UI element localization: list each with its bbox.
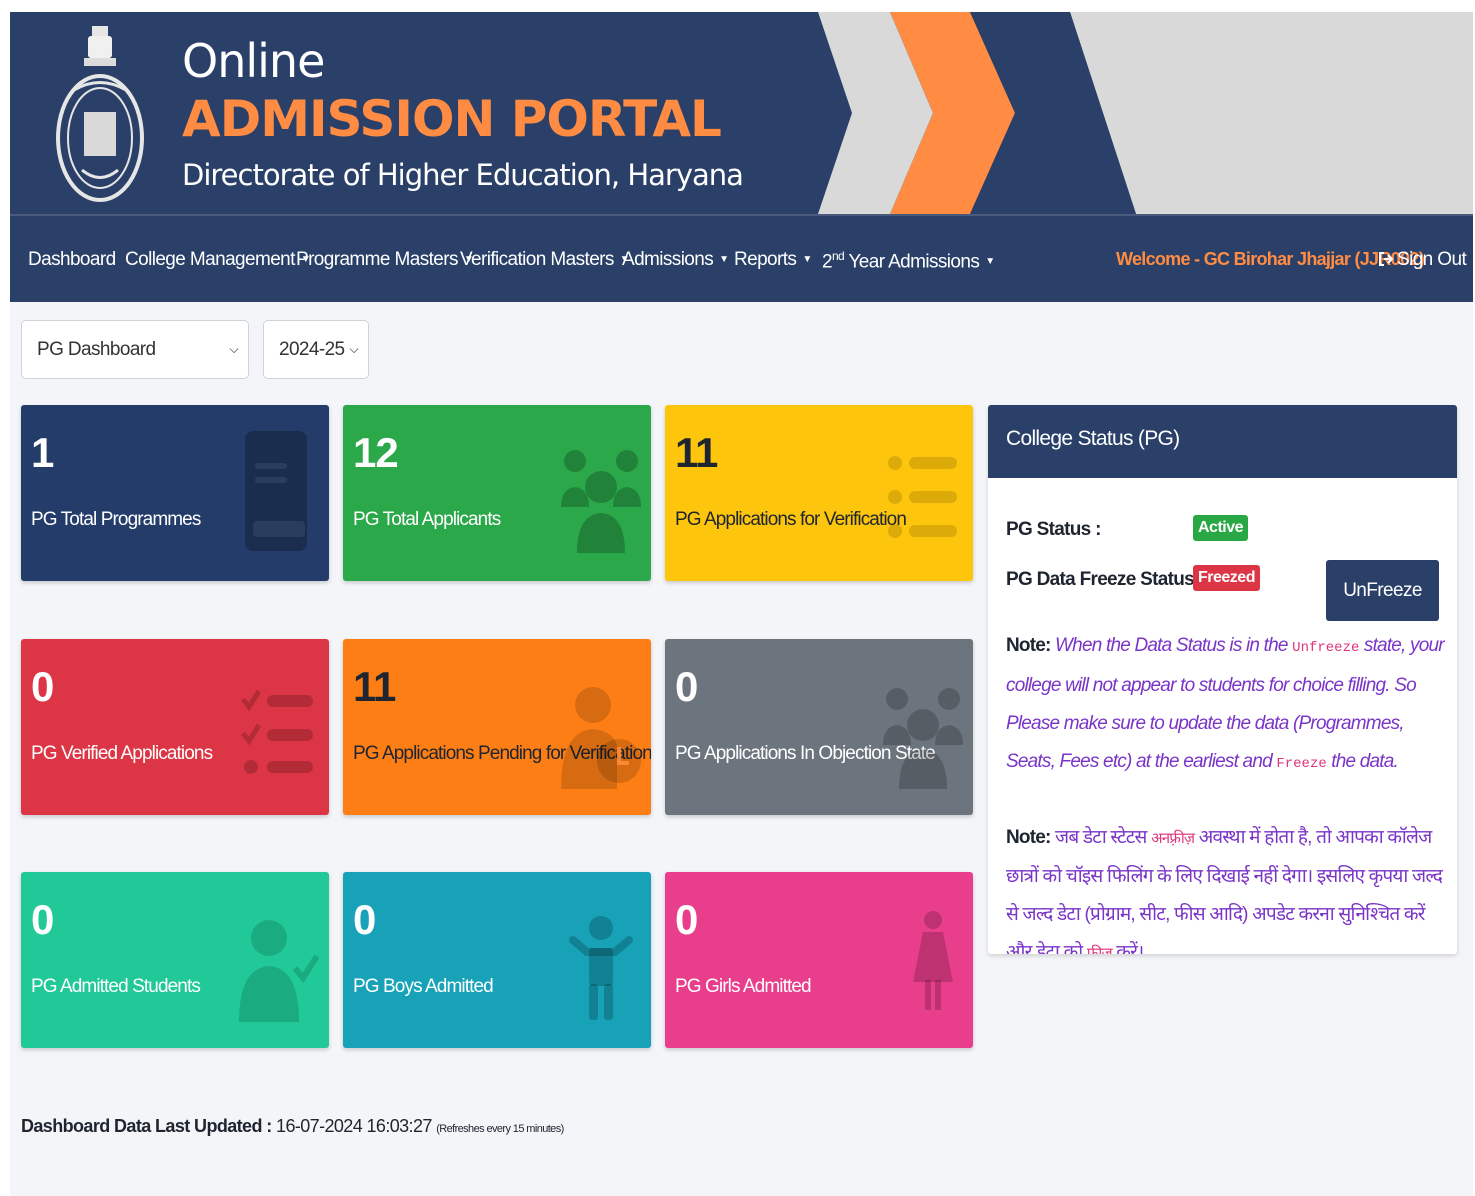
book-icon [245,431,307,551]
caret-down-icon: ▼ [719,254,729,265]
header-banner: Online ADMISSION PORTAL Directorate of H… [10,12,1473,214]
year-select[interactable]: 2024-25 ⌵ [263,320,369,379]
note-hindi: Note: जब डेटा स्टेटस अनफ़्रीज़ अवस्था मे… [1006,819,1446,954]
note-hi-code: अनफ़्रीज़ [1151,830,1195,847]
nav-2nd-year-prefix: 2 [822,251,833,273]
list-check-icon [241,689,313,774]
note-en-code: Unfreeze [1292,640,1360,656]
pg-freeze-status-label: PG Data Freeze Status : [1006,569,1205,590]
card-pg-boys-admitted[interactable]: 0 PG Boys Admitted [343,872,651,1048]
card-pg-applications-for-verification[interactable]: 11 PG Applications for Verification [665,405,973,581]
card-pg-girls-admitted[interactable]: 0 PG Girls Admitted [665,872,973,1048]
card-pg-admitted-students[interactable]: 0 PG Admitted Students [21,872,329,1048]
card-value: 1 [31,429,54,476]
caret-down-icon: ▼ [985,256,995,268]
dashboard-type-value: PG Dashboard [37,339,156,360]
chevron-down-icon: ⌵ [349,342,359,356]
unfreeze-data-button[interactable]: UnFreeze Data [1326,560,1439,662]
card-pg-verified-applications[interactable]: 0 PG Verified Applications [21,639,329,815]
nav-second-year-admissions[interactable]: 2nd Year Admissions ▼ [822,249,995,273]
nav-verification-masters[interactable]: Verification Masters ▼ [460,249,630,271]
note-en-text: the data. [1326,751,1399,772]
user-clock-icon [561,687,641,789]
card-value: 0 [353,896,376,943]
last-updated-timestamp: 16-07-2024 16:03:27 [271,1116,437,1136]
nav-admissions[interactable]: Admissions ▼ [622,249,729,271]
haryana-emblem-icon [56,26,144,202]
user-check-icon [239,920,319,1022]
card-value: 0 [31,663,54,710]
card-pg-total-applicants[interactable]: 12 PG Total Applicants [343,405,651,581]
nav-dashboard[interactable]: Dashboard [28,249,116,271]
card-value: 0 [675,663,698,710]
college-status-title: College Status (PG) [988,405,1457,478]
note-label: Note: [1006,635,1051,656]
nav-college-management[interactable]: College Management ▼ [125,249,311,271]
college-status-panel: College Status (PG) PG Status : Active P… [988,405,1457,954]
card-label: PG Applications for Verification [675,509,907,530]
list-icon [888,456,957,538]
card-label: PG Admitted Students [31,976,201,997]
pg-status-badge: Active [1193,515,1249,541]
child-icon [569,916,633,1020]
note-hi-text: करें। [1111,942,1144,954]
dashboard-type-select[interactable]: PG Dashboard ⌵ [21,320,249,379]
card-value: 12 [353,429,399,476]
nav-admissions-label: Admissions [622,249,714,270]
card-pg-applications-objection[interactable]: 0 PG Applications In Objection State [665,639,973,815]
page: Online ADMISSION PORTAL Directorate of H… [10,12,1473,1196]
card-label: PG Total Programmes [31,509,201,530]
nav-programme-masters-label: Programme Masters [296,249,459,270]
portal-title-online: Online [182,34,325,88]
caret-down-icon: ▼ [802,254,812,265]
year-value: 2024-25 [279,339,345,360]
last-updated-label: Dashboard Data Last Updated : [21,1116,272,1136]
nav-dashboard-label: Dashboard [28,249,116,270]
pg-freeze-status-badge: Freezed [1193,565,1260,591]
pg-status-label: PG Status : [1006,519,1101,540]
note-hi-code: फ़्रीज़ [1086,945,1113,954]
card-label: PG Total Applicants [353,509,501,530]
nav-verification-masters-label: Verification Masters [460,249,614,270]
card-value: 0 [675,896,698,943]
card-value: 11 [353,663,396,710]
nav-college-management-label: College Management [125,249,295,270]
card-pg-applications-pending[interactable]: 11 PG Applications Pending for Verificat… [343,639,651,815]
card-value: 0 [31,896,54,943]
card-label: PG Boys Admitted [353,976,494,997]
dashboard-last-updated: Dashboard Data Last Updated : 16-07-2024… [21,1116,564,1137]
nav-programme-masters[interactable]: Programme Masters ▼ [296,249,474,271]
portal-subtitle: Directorate of Higher Education, Haryana [182,158,744,192]
portal-title-main: ADMISSION PORTAL [182,90,722,148]
users-icon [561,450,641,553]
female-icon [913,911,953,1010]
sign-out-icon [1379,252,1394,266]
card-label: PG Verified Applications [31,743,213,764]
note-en-code: Freeze [1276,756,1327,772]
card-pg-total-programmes[interactable]: 1 PG Total Programmes [21,405,329,581]
users-icon [883,688,963,789]
sign-out-link[interactable]: Sign Out [1378,249,1467,271]
sign-out-label: Sign Out [1397,249,1467,270]
nav-reports-label: Reports [734,249,797,270]
card-value: 11 [675,429,718,476]
nav-2nd-year-sup: nd [831,249,845,263]
card-label: PG Girls Admitted [675,976,812,997]
note-label: Note: [1006,827,1051,848]
nav-reports[interactable]: Reports ▼ [734,249,812,271]
chevron-down-icon: ⌵ [229,342,239,356]
nav-2nd-year-label: Year Admissions [844,251,980,273]
main-navbar: Dashboard College Management ▼ Programme … [10,214,1473,302]
refresh-note: (Refreshes every 15 minutes) [436,1123,564,1135]
note-hi-text: जब डेटा स्टेटस [1055,827,1152,848]
note-en-text: When the Data Status is in the [1055,635,1293,656]
note-english: Note: When the Data Status is in the Unf… [1006,627,1446,783]
